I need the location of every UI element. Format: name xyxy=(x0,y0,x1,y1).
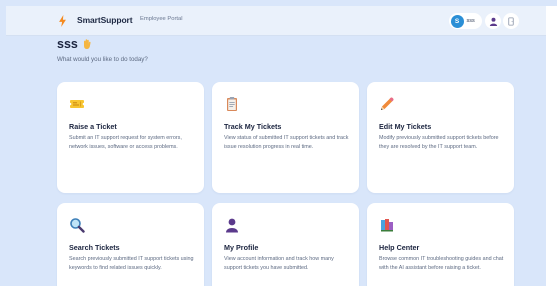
card-description: View status of submitted IT support tick… xyxy=(224,135,349,150)
logout-button[interactable] xyxy=(503,13,519,29)
user-icon xyxy=(226,218,238,233)
pencil-icon xyxy=(381,97,394,110)
card-title: Raise a Ticket xyxy=(69,122,117,131)
avatar: S xyxy=(450,14,464,28)
user-menu[interactable]: S sss xyxy=(449,13,482,29)
card-title: Edit My Tickets xyxy=(379,122,432,131)
books-icon xyxy=(381,219,393,232)
card-description: View account information and track how m… xyxy=(224,256,334,271)
brand-name[interactable]: SmartSupport xyxy=(77,15,133,25)
waving-hand-icon xyxy=(83,39,91,49)
search-tickets-card[interactable]: Search Tickets Search previously submitt… xyxy=(57,203,204,286)
greeting-subtitle: What would you like to do today? xyxy=(57,56,148,63)
card-title: Help Center xyxy=(379,243,420,252)
page-title: sss xyxy=(57,37,93,51)
card-description: Search previously submitted IT support t… xyxy=(69,256,194,271)
edit-tickets-card[interactable]: Edit My Tickets Modify previously submit… xyxy=(367,82,514,193)
track-tickets-card[interactable]: Track My Tickets View status of submitte… xyxy=(212,82,359,193)
window-edge xyxy=(546,6,557,286)
card-title: Track My Tickets xyxy=(224,122,282,131)
card-description: Submit an IT support request for system … xyxy=(69,135,182,150)
door-icon xyxy=(508,16,514,26)
greeting-name: sss xyxy=(57,37,78,51)
top-navbar: SmartSupport Employee Portal S sss xyxy=(6,6,546,36)
app-window: SmartSupport Employee Portal S sss sss W… xyxy=(0,0,557,286)
card-description: Modify previously submitted support tick… xyxy=(379,135,499,150)
raise-ticket-card[interactable]: Raise a Ticket Submit an IT support requ… xyxy=(57,82,204,193)
magnifier-icon xyxy=(70,218,85,233)
person-icon xyxy=(489,17,497,26)
lightning-icon xyxy=(59,15,66,27)
card-description: Browse common IT troubleshooting guides … xyxy=(379,256,504,271)
help-center-card[interactable]: Help Center Browse common IT troubleshoo… xyxy=(367,203,514,286)
user-name: sss xyxy=(466,18,475,24)
ticket-icon xyxy=(69,100,85,108)
card-title: Search Tickets xyxy=(69,243,120,252)
my-profile-card[interactable]: My Profile View account information and … xyxy=(212,203,359,286)
clipboard-icon xyxy=(227,97,237,111)
brand-subtitle: Employee Portal xyxy=(140,16,183,22)
profile-button[interactable] xyxy=(485,13,501,29)
card-title: My Profile xyxy=(224,243,259,252)
